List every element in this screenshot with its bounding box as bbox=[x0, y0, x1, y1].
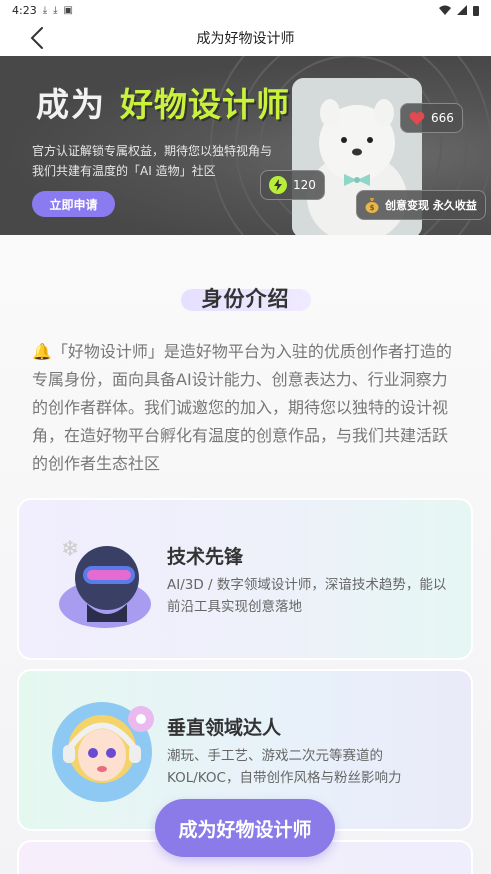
heart-icon bbox=[409, 111, 425, 125]
status-time: 4:23 bbox=[12, 3, 37, 17]
battery-icon bbox=[473, 5, 479, 16]
intro-text: 🔔「好物设计师」是造好物平台为入驻的优质创作者打造的专属身份，面向具备AI设计能… bbox=[32, 342, 452, 473]
earn-label: 创意变现 永久收益 bbox=[385, 199, 477, 212]
card-description: 潮玩、手工艺、游戏二次元等赛道的KOL/KOC，自带创作风格与粉丝影响力 bbox=[167, 748, 402, 786]
download-icon: ⤓ bbox=[53, 4, 58, 16]
hero-title-white: 成为 bbox=[36, 85, 106, 124]
content-area: 身份介绍 🔔「好物设计师」是造好物平台为入驻的优质创作者打造的专属身份，面向具备… bbox=[0, 235, 491, 874]
become-designer-button[interactable]: 成为好物设计师 bbox=[155, 799, 335, 857]
likes-badge: 666 bbox=[400, 103, 463, 133]
hero-title-green: 好物设计师 bbox=[120, 85, 290, 124]
section-title: 身份介绍 bbox=[201, 287, 290, 311]
svg-text:$: $ bbox=[370, 204, 375, 212]
hero-description: 官方认证解锁专属权益，期待您以独特视角与我们共建有温度的「AI 造物」社区 bbox=[32, 144, 273, 178]
download-icon: ⤓ bbox=[42, 4, 48, 16]
vr-headset-avatar-icon: ❄ bbox=[59, 537, 151, 628]
svg-text:❄: ❄ bbox=[61, 537, 79, 562]
hero-title: 成为 好物设计师 bbox=[36, 78, 290, 126]
money-bag-icon: $ bbox=[365, 198, 379, 213]
cartoon-girl-avatar-icon bbox=[52, 702, 154, 802]
apply-button[interactable]: 立即申请 bbox=[32, 191, 115, 217]
nav-bar: 成为好物设计师 bbox=[0, 20, 491, 56]
chevron-left-icon bbox=[30, 27, 43, 49]
app-notification-icon: ▣ bbox=[63, 4, 73, 16]
page-title: 成为好物设计师 bbox=[196, 31, 295, 47]
signal-icon bbox=[457, 5, 467, 15]
card-title: 技术先锋 bbox=[167, 546, 244, 568]
likes-count: 666 bbox=[431, 111, 454, 125]
energy-badge: 120 bbox=[260, 170, 325, 200]
wifi-icon bbox=[439, 5, 451, 15]
identity-card-tech: ❄ 技术先锋 AI/3D / 数字领域设计师，深谙技术趋势，能以前沿工具实现创意… bbox=[17, 498, 473, 660]
back-button[interactable] bbox=[22, 24, 52, 52]
earn-badge: $ 创意变现 永久收益 bbox=[356, 190, 486, 220]
status-bar: 4:23 ⤓ ⤓ ▣ bbox=[0, 0, 491, 20]
card-title: 垂直领域达人 bbox=[167, 717, 282, 739]
hero-banner: 成为 好物设计师 官方认证解锁专属权益，期待您以独特视角与我们共建有温度的「AI… bbox=[0, 56, 491, 235]
card-description: AI/3D / 数字领域设计师，深谙技术趋势，能以前沿工具实现创意落地 bbox=[167, 577, 447, 615]
energy-count: 120 bbox=[293, 178, 316, 192]
lightning-icon bbox=[269, 176, 287, 194]
